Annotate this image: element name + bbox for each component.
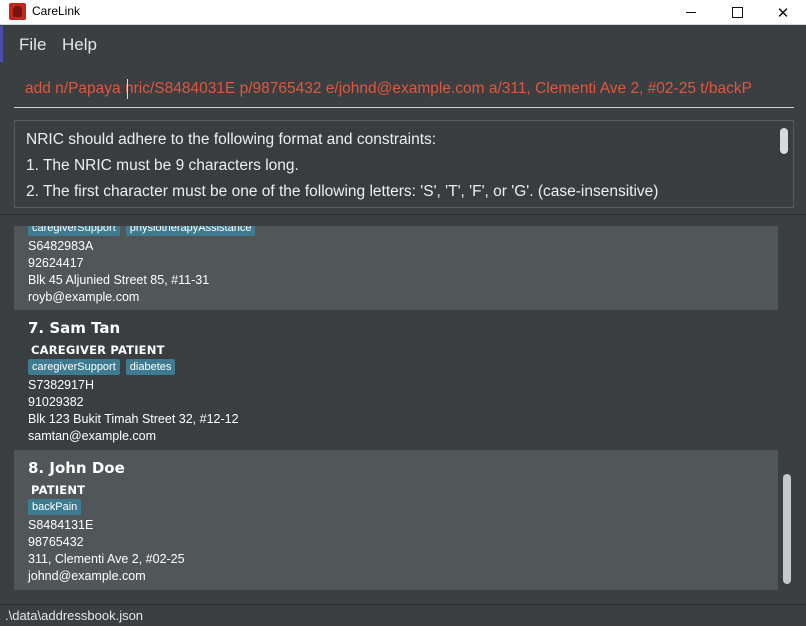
menu-file[interactable]: File — [19, 35, 46, 55]
person-card[interactable]: 8. John Doe PATIENT backPain S8484131E 9… — [14, 450, 778, 590]
result-display[interactable]: NRIC should adhere to the following form… — [14, 120, 794, 208]
save-file-path: .\data\addressbook.json — [5, 608, 144, 623]
list-scrollbar[interactable] — [780, 226, 794, 590]
maximize-icon — [731, 7, 743, 18]
tag-list: backPain — [28, 499, 82, 515]
tag: caregiverSupport — [28, 359, 120, 375]
tag: diabetes — [125, 359, 176, 375]
app-logo-icon — [9, 3, 26, 20]
phone-field: 98765432 — [28, 535, 84, 549]
tag: backPain — [28, 499, 82, 515]
nric-field: S7382917H — [28, 378, 95, 392]
title-bar: CareLink ✕ — [0, 0, 806, 25]
command-box-area: add n/Papaya nric/S8484031E p/98765432 e… — [0, 62, 806, 114]
result-scrollbar[interactable] — [780, 128, 788, 154]
minimize-icon — [686, 12, 696, 13]
person-list[interactable]: caregiverSupport physiotherapyAssistance… — [14, 226, 778, 590]
person-card[interactable]: 7. Sam Tan CAREGIVER PATIENT caregiverSu… — [14, 310, 778, 450]
close-icon: ✕ — [776, 3, 790, 22]
tag: caregiverSupport — [28, 226, 120, 236]
command-input-text: add n/Papaya nric/S8484031E p/98765432 e… — [25, 80, 752, 97]
email-field: johnd@example.com — [28, 569, 146, 583]
phone-field: 91029382 — [28, 395, 84, 409]
menu-bar: File Help — [0, 26, 806, 62]
tag: physiotherapyAssistance — [125, 226, 256, 236]
person-name: 7. Sam Tan — [28, 319, 121, 337]
result-line: NRIC should adhere to the following form… — [26, 131, 437, 148]
command-input[interactable]: add n/Papaya nric/S8484031E p/98765432 e… — [14, 65, 794, 108]
status-bar: .\data\addressbook.json — [0, 604, 806, 626]
address-field: Blk 123 Bukit Timah Street 32, #12-12 — [28, 412, 239, 426]
nric-field: S8484131E — [28, 518, 94, 532]
nric-field: S6482983A — [28, 239, 94, 253]
window-title: CareLink — [32, 4, 81, 18]
maximize-button[interactable] — [714, 0, 760, 25]
person-roles: CAREGIVER PATIENT — [31, 343, 165, 357]
list-scrollbar-thumb[interactable] — [783, 474, 791, 584]
result-line: 2. The first character must be one of th… — [26, 183, 659, 200]
person-card[interactable]: caregiverSupport physiotherapyAssistance… — [14, 226, 778, 310]
address-field: Blk 45 Aljunied Street 85, #11-31 — [28, 273, 210, 287]
minimize-button[interactable] — [668, 0, 714, 25]
menu-help[interactable]: Help — [62, 35, 97, 55]
person-roles: PATIENT — [31, 483, 86, 497]
text-caret — [127, 79, 128, 99]
tag-list: caregiverSupport physiotherapyAssistance — [28, 226, 256, 236]
person-list-panel: caregiverSupport physiotherapyAssistance… — [0, 214, 806, 604]
result-line: 1. The NRIC must be 9 characters long. — [26, 157, 299, 174]
email-field: samtan@example.com — [28, 429, 157, 443]
close-button[interactable]: ✕ — [760, 0, 806, 25]
phone-field: 92624417 — [28, 256, 84, 270]
email-field: royb@example.com — [28, 290, 140, 304]
address-field: 311, Clementi Ave 2, #02-25 — [28, 552, 185, 566]
person-name: 8. John Doe — [28, 459, 125, 477]
tag-list: caregiverSupport diabetes — [28, 359, 176, 375]
